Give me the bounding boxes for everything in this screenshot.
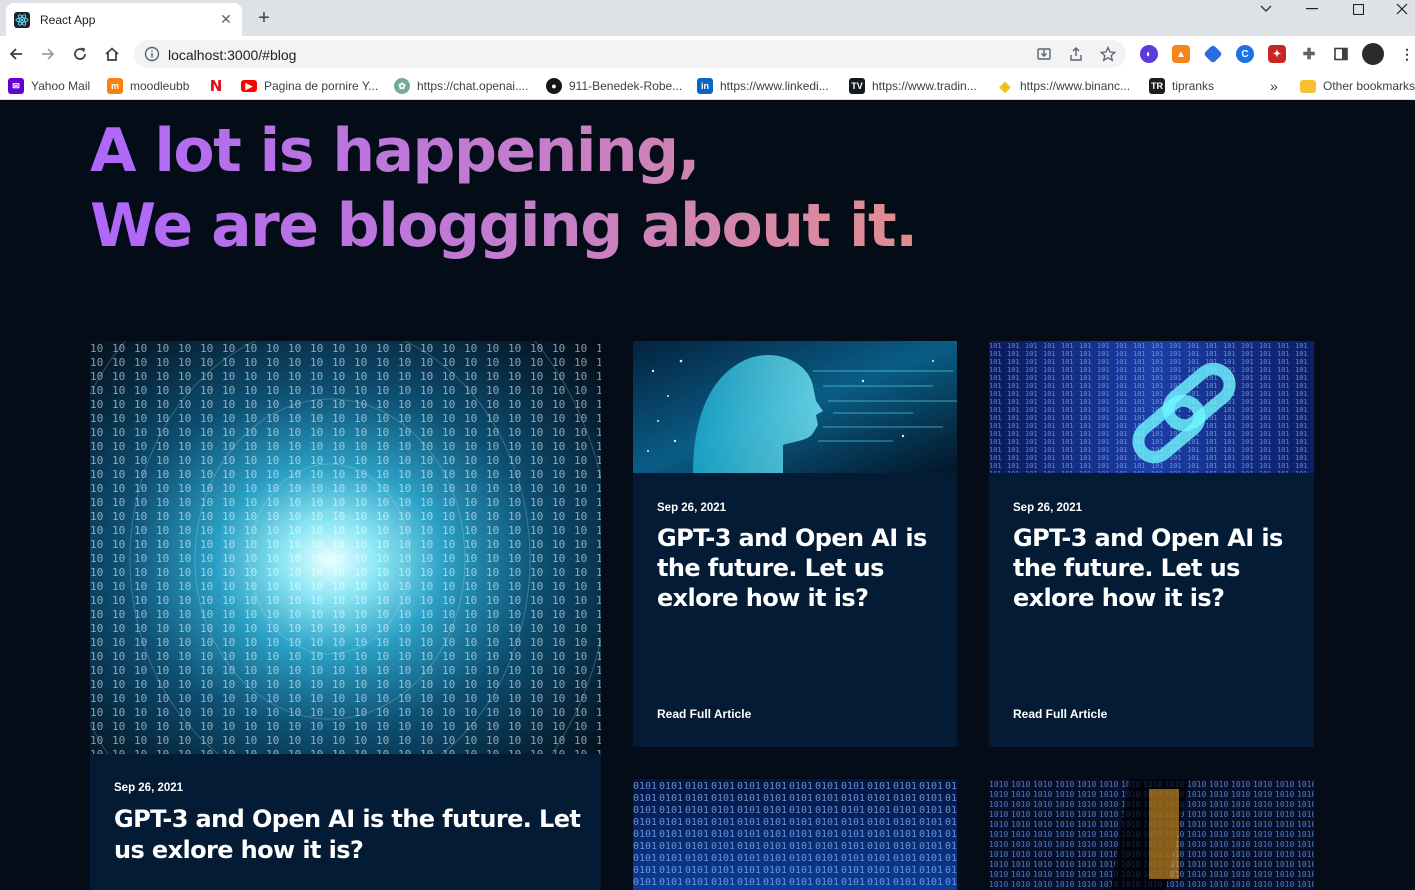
menu-kebab-icon[interactable]: ⋮	[1398, 45, 1415, 63]
bookmark-label: https://chat.openai....	[417, 79, 529, 93]
bookmark-yahoo-mail[interactable]: ✉ Yahoo Mail	[8, 78, 90, 94]
blog-card-2[interactable]: Sep 26, 2021 GPT-3 and Open AI is the fu…	[633, 341, 957, 747]
bookmark-github[interactable]: ● 911-Benedek-Robe...	[546, 78, 682, 94]
yahoo-mail-icon: ✉	[8, 78, 24, 94]
install-app-icon[interactable]	[1036, 46, 1052, 62]
bookmark-other-folder[interactable]: Other bookmarks	[1300, 78, 1415, 94]
bookmark-label: https://www.tradin...	[872, 79, 977, 93]
bookmark-label: https://www.linkedi...	[720, 79, 829, 93]
card-body: Sep 26, 2021 GPT-3 and Open AI is the fu…	[989, 473, 1314, 747]
bookmark-label: Other bookmarks	[1323, 79, 1415, 93]
blog-card-featured[interactable]: 10 Sep 26, 2021 GPT-3 and Open AI is the…	[90, 341, 601, 890]
bookmarks-bar: ✉ Yahoo Mail m moodleubb N ▶ Pagina de p…	[0, 72, 1415, 100]
bookmark-label: Pagina de pornire Y...	[264, 79, 379, 93]
linkedin-icon: in	[697, 78, 713, 94]
card-title[interactable]: GPT-3 and Open AI is the future. Let us …	[657, 523, 947, 613]
bookmark-label: tipranks	[1172, 79, 1215, 93]
blog-heading: A lot is happening, We are blogging abou…	[90, 114, 917, 264]
extension-purple-icon[interactable]: ◐	[1140, 45, 1158, 63]
card-date: Sep 26, 2021	[657, 502, 727, 514]
address-bar[interactable]: localhost:3000/#blog	[134, 40, 1126, 68]
blog-card-5[interactable]: 1010	[989, 779, 1314, 890]
card-date: Sep 26, 2021	[1013, 502, 1083, 514]
binance-icon: ◈	[999, 77, 1011, 94]
side-panel-icon[interactable]	[1332, 45, 1350, 63]
profile-avatar[interactable]	[1362, 43, 1384, 65]
card-date: Sep 26, 2021	[114, 782, 184, 794]
binary-tunnel-image: 10	[90, 341, 601, 754]
blog-section: A lot is happening, We are blogging abou…	[0, 104, 1415, 890]
site-info-icon[interactable]	[144, 46, 160, 62]
card-title[interactable]: GPT-3 and Open AI is the future. Let us …	[1013, 523, 1303, 613]
tradingview-icon: TV	[849, 78, 865, 94]
tab-title: React App	[40, 12, 96, 27]
github-icon: ●	[546, 78, 562, 94]
heading-line-2: We are blogging about it.	[90, 191, 917, 261]
bookmark-tradingview[interactable]: TV https://www.tradin...	[849, 78, 977, 94]
forward-icon[interactable]	[37, 43, 59, 65]
bookmark-label: 911-Benedek-Robe...	[569, 79, 683, 93]
folder-icon	[1300, 79, 1316, 93]
bookmarks-overflow-button[interactable]: »	[1270, 78, 1278, 94]
bookmark-star-icon[interactable]	[1100, 46, 1116, 62]
netflix-icon: N	[209, 77, 223, 95]
new-tab-icon[interactable]: +	[254, 8, 274, 28]
card-title[interactable]: GPT-3 and Open AI is the future. Let us …	[114, 804, 584, 866]
react-logo-icon	[14, 11, 30, 28]
moodle-icon: m	[107, 78, 123, 94]
extension-c-icon[interactable]: C	[1236, 45, 1254, 63]
metamask-icon[interactable]: ▲	[1172, 45, 1190, 63]
openai-icon: ✿	[394, 78, 410, 94]
bookmark-binance[interactable]: ◈ https://www.binanc...	[997, 78, 1130, 94]
tab-search-icon[interactable]	[1251, 0, 1281, 18]
tipranks-icon: TR	[1149, 78, 1165, 94]
bookmark-tipranks[interactable]: TR tipranks	[1149, 78, 1214, 94]
binary-blue-image: 0101	[633, 779, 957, 890]
close-tab-icon[interactable]: ✕	[218, 11, 234, 28]
bookmark-label: moodleubb	[130, 79, 190, 93]
bookmark-netflix[interactable]: N	[208, 77, 231, 95]
extensions-puzzle-icon[interactable]: ✚	[1300, 45, 1318, 63]
read-full-article-link[interactable]: Read Full Article	[657, 707, 751, 721]
home-icon[interactable]	[101, 43, 123, 65]
bookmark-label: https://www.binanc...	[1020, 79, 1131, 93]
youtube-icon: ▶	[241, 80, 257, 92]
back-icon[interactable]	[5, 43, 27, 65]
url-text[interactable]: localhost:3000/#blog	[168, 47, 296, 63]
card-body: Sep 26, 2021 GPT-3 and Open AI is the fu…	[633, 473, 957, 747]
blog-card-4[interactable]: 0101	[633, 779, 957, 890]
share-icon[interactable]	[1068, 46, 1084, 62]
reload-icon[interactable]	[69, 43, 91, 65]
minimize-icon[interactable]	[1297, 0, 1327, 18]
ai-head-image	[633, 341, 957, 473]
bookmark-chatgpt[interactable]: ✿ https://chat.openai....	[394, 78, 528, 94]
close-window-icon[interactable]	[1387, 0, 1415, 18]
extension-blue-diamond-icon[interactable]	[1203, 44, 1223, 64]
maximize-icon[interactable]	[1343, 0, 1373, 18]
extension-red-icon[interactable]: ✦	[1268, 45, 1286, 63]
browser-tab[interactable]: React App ✕	[6, 3, 242, 36]
tab-strip: React App ✕ +	[0, 0, 1415, 36]
blog-card-3[interactable]: 101 Sep 26, 2021 GPT-3 and Open AI is th…	[989, 341, 1314, 747]
bookmark-linkedin[interactable]: in https://www.linkedi...	[697, 78, 829, 94]
bookmark-youtube[interactable]: ▶ Pagina de pornire Y...	[241, 78, 378, 94]
binary-chain-image: 101	[989, 341, 1314, 473]
bookmark-label: Yahoo Mail	[31, 79, 91, 93]
bookmark-moodleubb[interactable]: m moodleubb	[107, 78, 189, 94]
read-full-article-link[interactable]: Read Full Article	[1013, 707, 1107, 721]
card-body: Sep 26, 2021 GPT-3 and Open AI is the fu…	[90, 754, 601, 890]
browser-toolbar: localhost:3000/#blog ◐ ▲ C ✦ ✚ ⋮	[0, 36, 1415, 72]
heading-line-1: A lot is happening,	[90, 116, 699, 186]
binary-lock-image: 1010	[989, 779, 1314, 890]
